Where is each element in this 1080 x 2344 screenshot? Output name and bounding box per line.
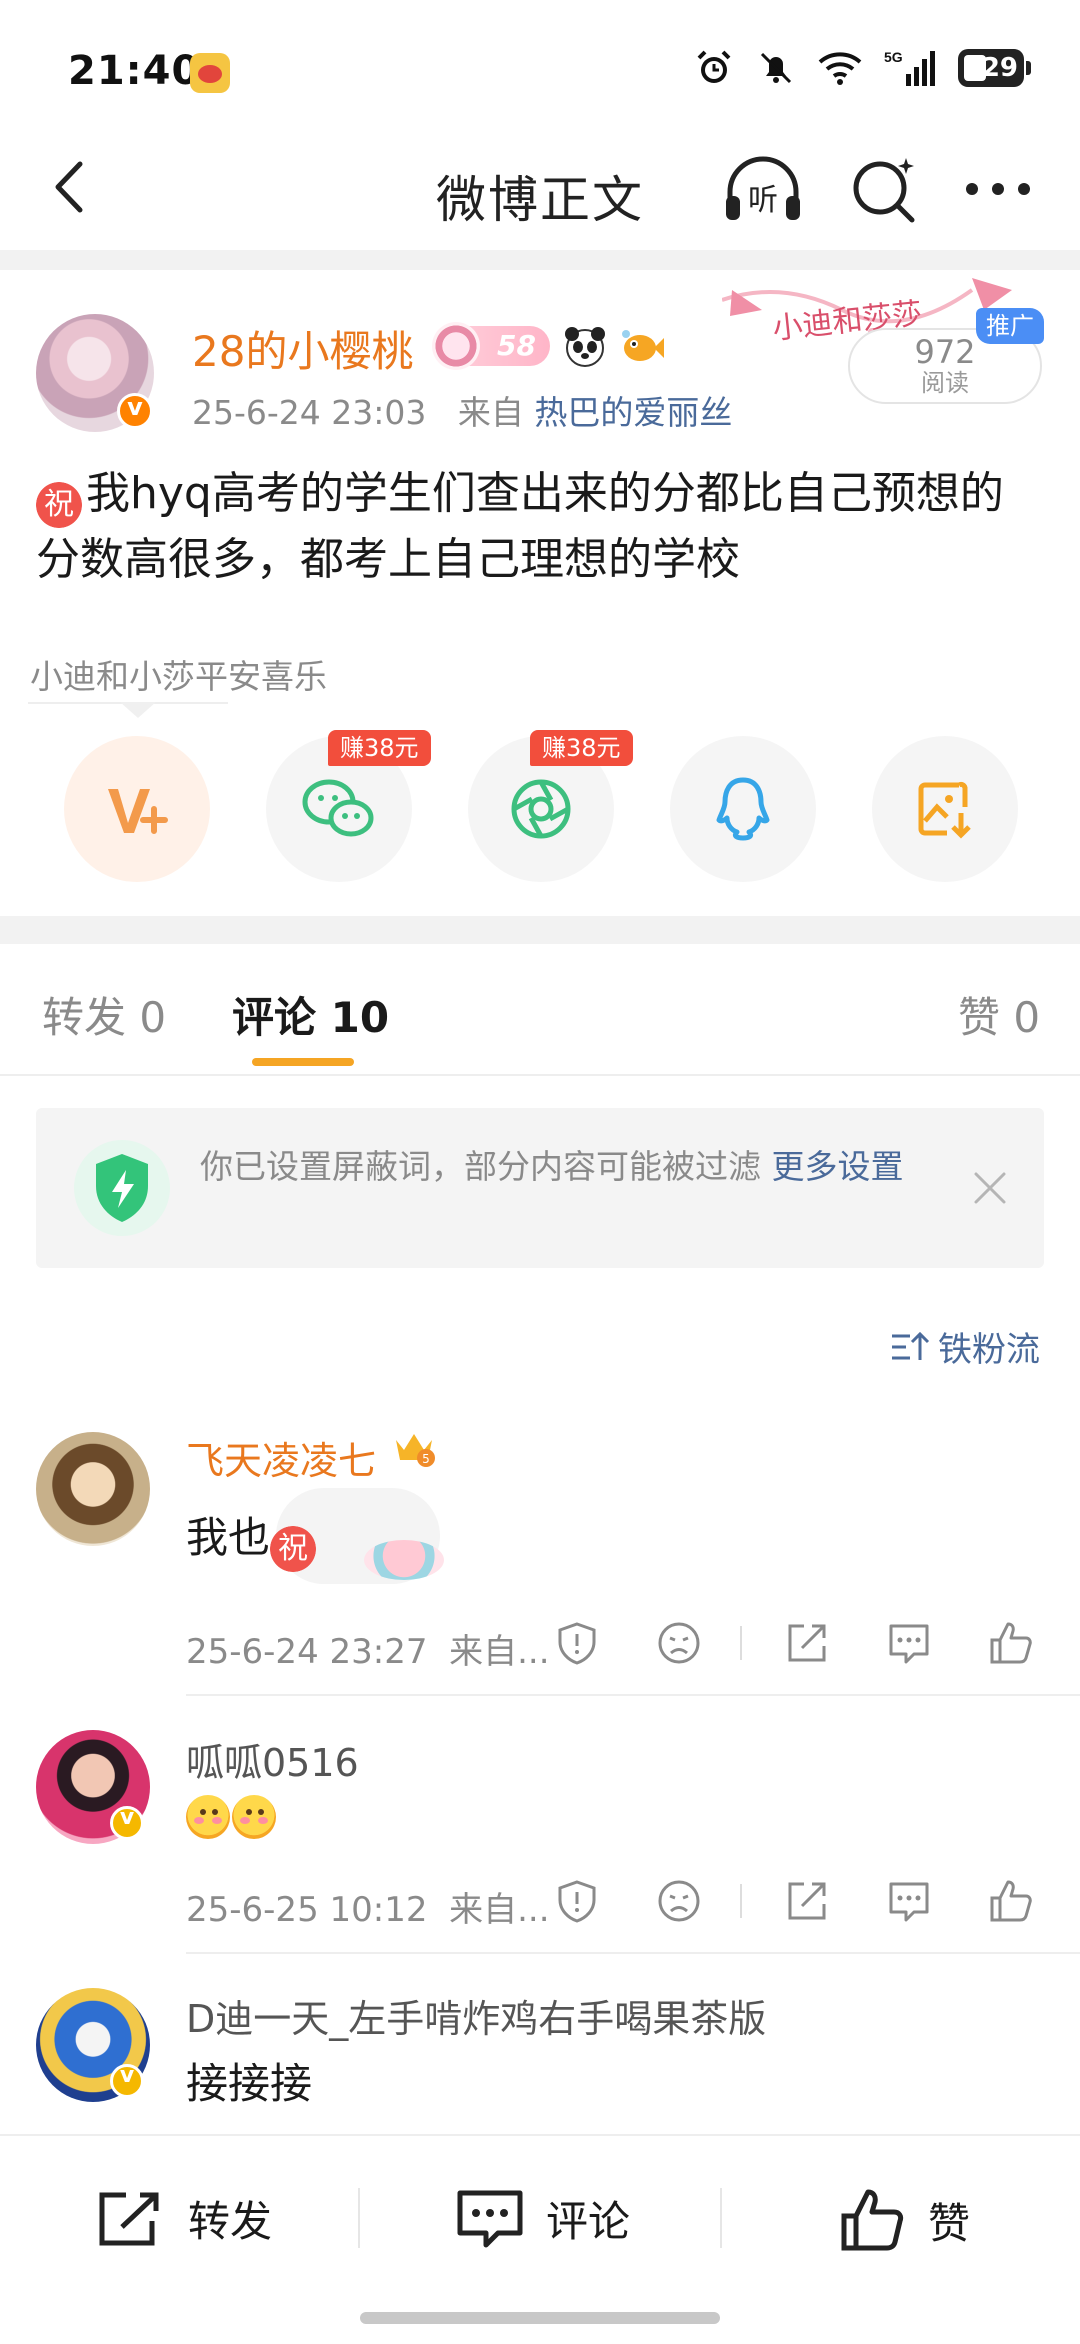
tab-comment[interactable]: 评论 10	[232, 984, 389, 1045]
verified-badge-icon	[110, 2063, 144, 2098]
status-icons: 5G 29	[694, 48, 1031, 88]
comment-divider	[186, 1952, 1080, 1954]
group-pointer	[120, 702, 156, 718]
mute-bell-icon	[760, 52, 792, 84]
qq-icon	[716, 777, 770, 841]
battery-indicator: 29	[958, 49, 1031, 87]
image-download-icon	[918, 781, 971, 839]
panda-badge-icon	[565, 327, 605, 367]
vip-level-badge: 58	[432, 322, 550, 370]
more-settings-link[interactable]: 更多设置	[772, 1147, 904, 1186]
verified-badge-icon	[117, 393, 153, 429]
cellular-signal-icon: 5G	[884, 49, 935, 86]
wifi-icon	[818, 52, 862, 85]
comment-author[interactable]: D迪一天_左手啃炸鸡右手喝果茶版	[186, 1988, 766, 2043]
comment-author[interactable]: 飞天凌凌七	[186, 1430, 376, 1485]
comment-text	[186, 1794, 278, 1843]
comment-text: 接接接	[186, 2059, 313, 2108]
repost-to-weibo-button[interactable]	[64, 736, 210, 882]
post-timestamp: 25-6-24 23:03	[192, 393, 427, 432]
share-qq-button[interactable]	[670, 736, 816, 882]
reply-icon[interactable]	[886, 1878, 932, 1924]
weibo-notification-icon	[190, 53, 230, 93]
report-icon[interactable]	[554, 1878, 600, 1924]
comment-avatar[interactable]	[36, 1432, 150, 1546]
svg-text:5G: 5G	[884, 49, 903, 65]
sort-button[interactable]: 铁粉流	[890, 1322, 1040, 1371]
share-icon[interactable]	[784, 1878, 830, 1924]
blessing-emoji-icon: 祝	[36, 482, 82, 528]
post-meta: 25-6-24 23:03 来自 热巴的爱丽丝	[192, 386, 732, 434]
section-divider	[0, 250, 1080, 270]
dislike-face-icon[interactable]	[656, 1620, 702, 1666]
shield-icon	[74, 1140, 170, 1236]
blessing-emoji-icon: 祝	[270, 1526, 317, 1572]
group-label[interactable]: 小迪和小莎平安喜乐	[30, 650, 327, 698]
reply-icon[interactable]	[886, 1620, 932, 1666]
bottom-separator	[720, 2188, 722, 2248]
top-nav: 微博正文 听	[0, 130, 1080, 250]
cake-sticker-icon	[364, 1540, 444, 1580]
post-tabs: 转发 0 评论 10 赞 0	[0, 944, 1080, 1076]
post-text: 我hyq高考的学生们查出来的分都比自己预想的分数高很多，都考上自己理想的学校	[36, 468, 1004, 585]
like-button[interactable]: 赞	[840, 2188, 970, 2252]
fish-badge-icon	[622, 330, 664, 361]
tab-like[interactable]: 赞 0	[958, 984, 1040, 1045]
action-separator	[740, 1884, 742, 1918]
comment-divider	[186, 1694, 1080, 1696]
bottom-action-bar: 转发 评论 赞	[0, 2134, 1080, 2294]
save-image-button[interactable]	[872, 736, 1018, 882]
vip-crown-icon: 5	[396, 1434, 435, 1467]
verified-badge-icon	[110, 1805, 144, 1840]
svg-text:听: 听	[748, 183, 778, 218]
like-icon[interactable]	[988, 1878, 1034, 1924]
blush-emoji-icon	[232, 1795, 276, 1839]
post-content: 祝我hyq高考的学生们查出来的分都比自己预想的分数高很多，都考上自己理想的学校	[36, 462, 1046, 592]
comment-icon	[457, 2190, 523, 2247]
sort-icon	[892, 1331, 930, 1360]
dislike-face-icon[interactable]	[656, 1878, 702, 1924]
comment-meta: 25-6-25 10:12 来自...	[186, 1890, 550, 1930]
thumbs-up-icon	[841, 2189, 904, 2251]
search-icon[interactable]	[846, 152, 922, 228]
tab-repost[interactable]: 转发 0	[42, 984, 166, 1045]
home-indicator[interactable]	[360, 2312, 720, 2324]
listen-headphones-icon[interactable]: 听	[720, 148, 806, 234]
like-icon[interactable]	[988, 1620, 1034, 1666]
share-row: 赚38元 赚38元	[0, 730, 1080, 882]
comment-text: 我也祝	[186, 1504, 320, 1572]
report-icon[interactable]	[554, 1620, 600, 1666]
section-divider	[0, 916, 1080, 944]
source-prefix: 来自	[457, 393, 524, 432]
blush-emoji-icon	[186, 1795, 230, 1839]
v-plus-icon	[108, 789, 168, 834]
notice-text: 你已设置屏蔽词，部分内容可能被过滤 更多设置	[200, 1147, 904, 1186]
repost-icon	[99, 2192, 159, 2245]
read-label: 阅读	[921, 369, 969, 397]
alarm-icon	[697, 50, 731, 83]
sort-label: 铁粉流	[938, 1330, 1040, 1370]
status-bar: 21:40 5G 29	[0, 0, 1080, 130]
author-name[interactable]: 28的小樱桃	[192, 318, 413, 379]
comment-meta: 25-6-24 23:27 来自...	[186, 1632, 550, 1672]
svg-text:5: 5	[422, 1452, 430, 1466]
earn-badge-moments: 赚38元	[530, 730, 633, 766]
promo-tag[interactable]: 推广	[976, 308, 1044, 344]
bottom-separator	[358, 2188, 360, 2248]
status-time: 21:40	[68, 48, 201, 94]
wechat-icon	[302, 779, 374, 837]
active-tab-indicator	[252, 1058, 354, 1066]
filter-notice: 你已设置屏蔽词，部分内容可能被过滤 更多设置	[36, 1108, 1044, 1268]
close-icon[interactable]	[970, 1168, 1010, 1208]
comment-button[interactable]: 评论	[456, 2188, 630, 2249]
comment-author[interactable]: 呱呱0516	[186, 1732, 359, 1787]
moments-icon	[511, 779, 571, 839]
repost-button[interactable]: 转发	[96, 2188, 272, 2249]
share-icon[interactable]	[784, 1620, 830, 1666]
post-source-link[interactable]: 热巴的爱丽丝	[534, 393, 732, 432]
action-separator	[740, 1626, 742, 1660]
more-options-icon[interactable]	[958, 154, 1038, 224]
earn-badge-wechat: 赚38元	[328, 730, 431, 766]
